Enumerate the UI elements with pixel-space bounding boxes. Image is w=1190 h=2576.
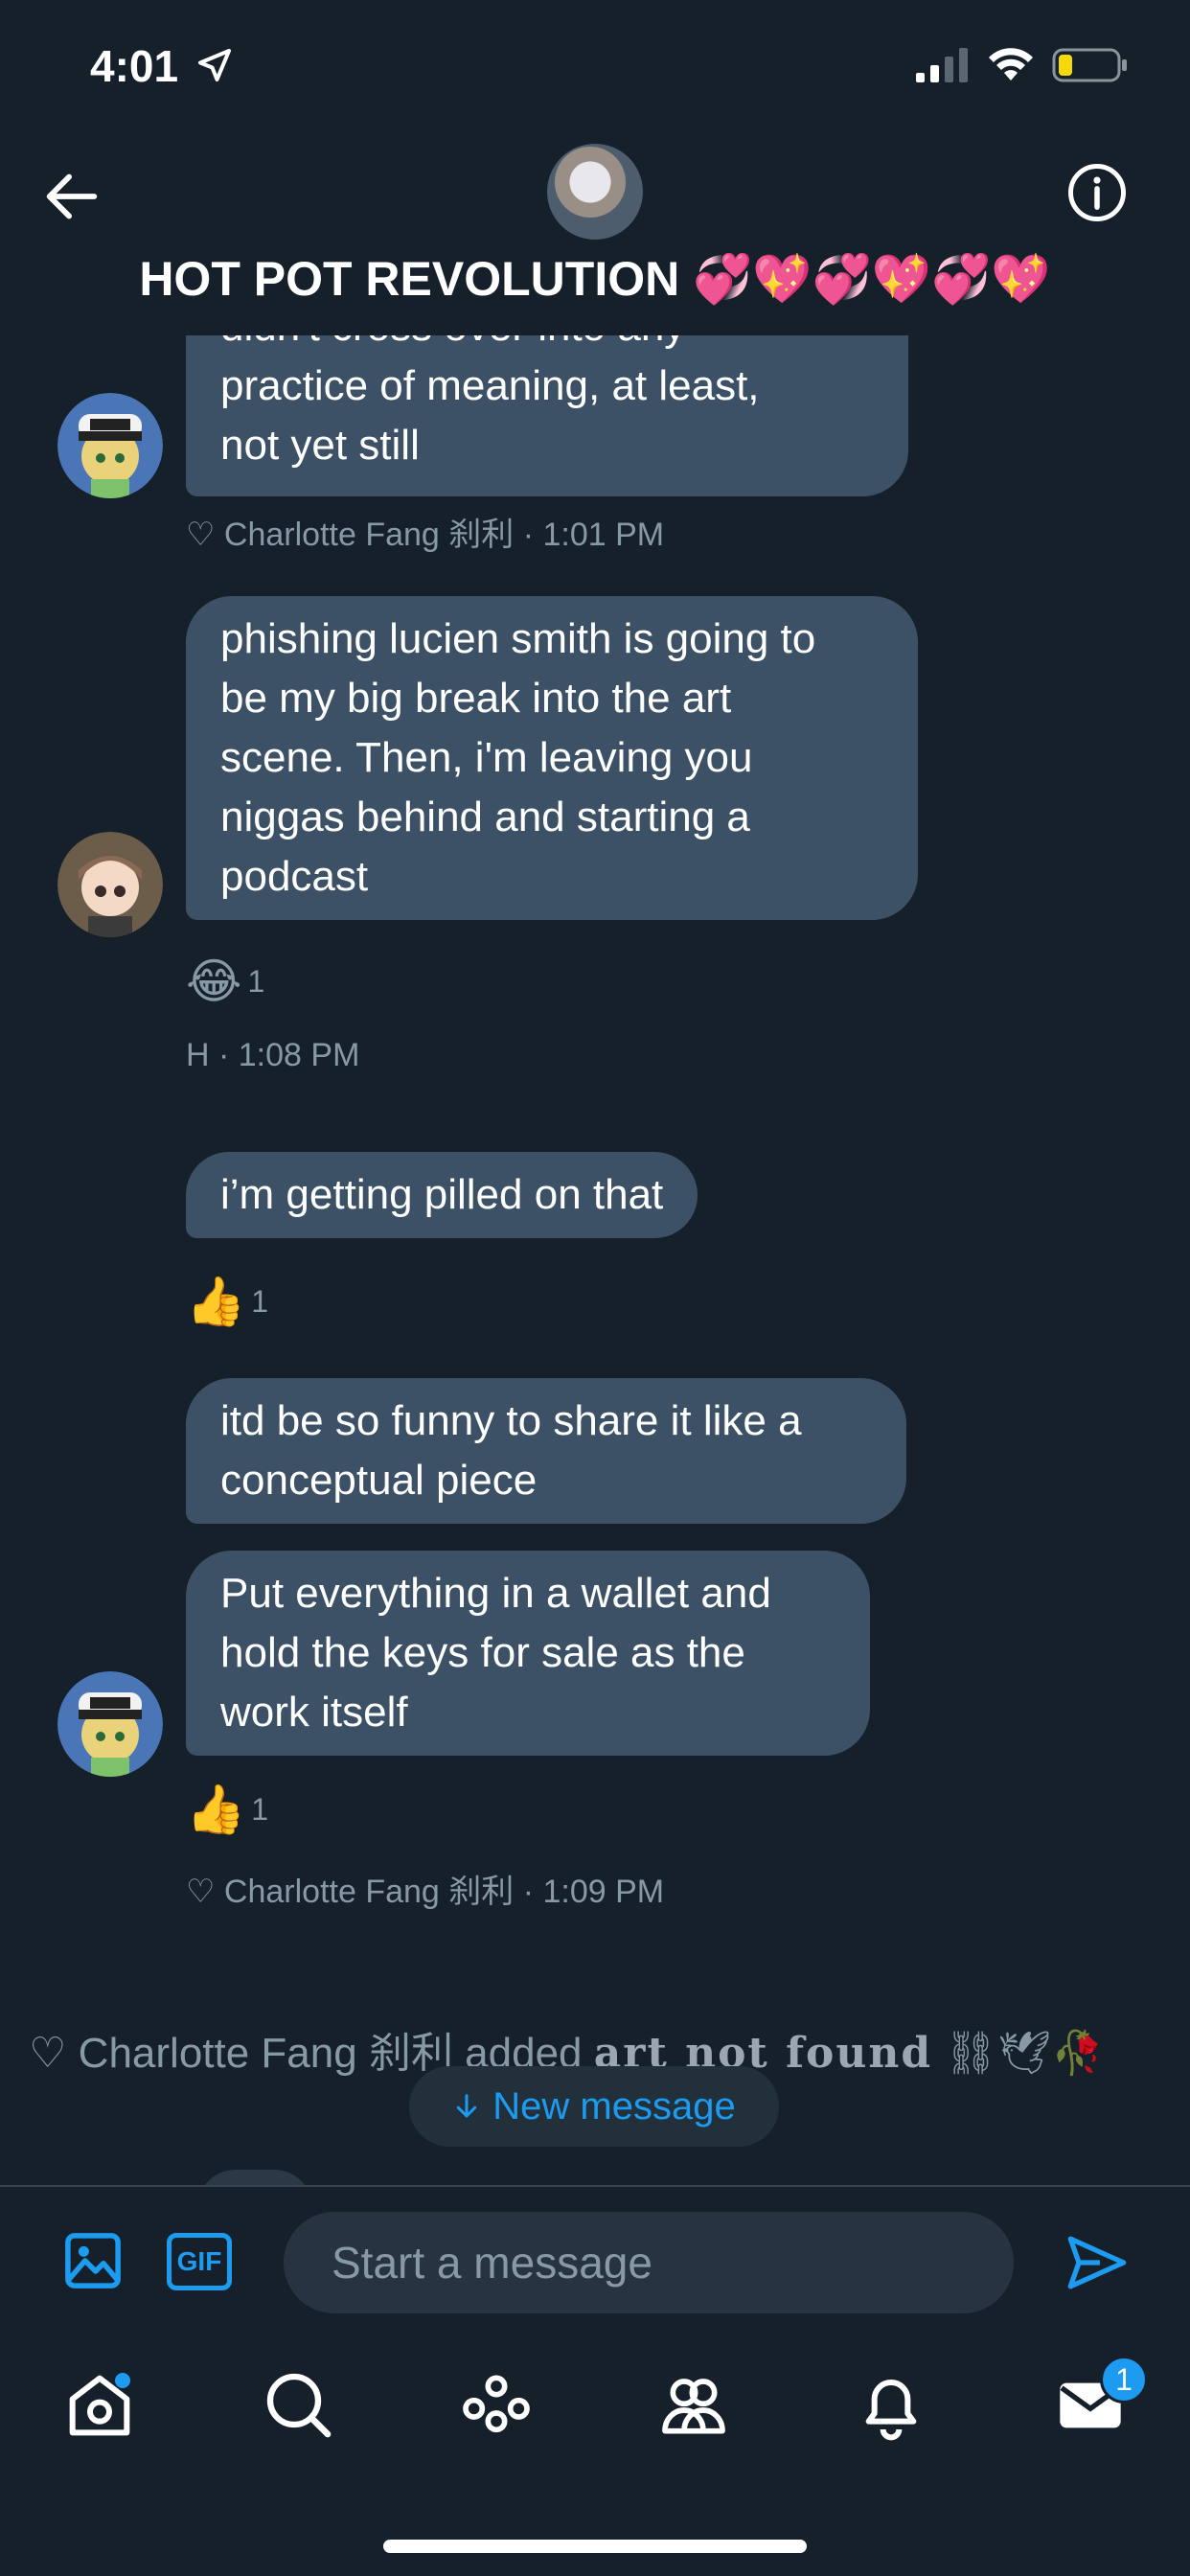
group-avatar[interactable]: [547, 144, 643, 240]
image-icon[interactable]: [61, 2229, 125, 2292]
battery-icon: [1052, 48, 1127, 82]
tab-notifications[interactable]: [853, 2367, 929, 2444]
conversation-header: HOT POT REVOLUTION 💞💖💞💖💞💖: [0, 134, 1190, 335]
avatar[interactable]: [57, 832, 163, 937]
message-line: phishing lucien smith is going to: [220, 615, 816, 662]
search-icon: [266, 2373, 332, 2438]
message-line: didn't cross over into any: [220, 335, 874, 356]
new-message-label: New message: [492, 2084, 736, 2128]
tab-communities[interactable]: [655, 2367, 732, 2444]
messages-badge: 1: [1100, 2356, 1148, 2404]
back-arrow-icon[interactable]: [38, 163, 105, 230]
message-bubble[interactable]: itd be so funny to share it like a conce…: [186, 1378, 906, 1524]
message-composer: GIF: [0, 2185, 1190, 2338]
send-icon[interactable]: [1064, 2229, 1131, 2296]
message-line: itd be so funny to share it like a: [220, 1397, 802, 1444]
message-line: not yet still: [220, 422, 420, 469]
avatar-partial: [197, 2170, 312, 2185]
status-time: 4:01: [90, 41, 179, 91]
message-meta: H · 1:08 PM: [186, 1037, 360, 1073]
reaction-count: 1: [247, 963, 265, 999]
message-line: work itself: [220, 1689, 408, 1736]
down-arrow-icon: [457, 2094, 477, 2118]
avatar[interactable]: [57, 1671, 163, 1777]
message-line: niggas behind and starting a: [220, 794, 750, 840]
wifi-icon: [989, 48, 1033, 80]
message-line: be my big break into the art: [220, 675, 732, 722]
avatar-charlotte-image: [57, 1671, 163, 1777]
tab-messages[interactable]: 1: [1052, 2356, 1148, 2444]
message-line: conceptual piece: [220, 1457, 538, 1504]
reaction-badge[interactable]: 👍 1: [186, 1781, 268, 1838]
reaction-count: 1: [251, 1791, 269, 1827]
message-meta: ♡ Charlotte Fang 刹利 · 1:09 PM: [186, 1874, 665, 1910]
gif-button[interactable]: GIF: [167, 2233, 232, 2290]
reaction-badge[interactable]: 👍 1: [186, 1273, 268, 1330]
avatar-charlotte-image: [57, 393, 163, 498]
tab-search[interactable]: [261, 2367, 337, 2444]
message-bubble[interactable]: didn't cross over into any practice of m…: [186, 335, 908, 496]
new-message-button[interactable]: New message: [409, 2066, 779, 2147]
reaction-count: 1: [251, 1283, 269, 1319]
message-input[interactable]: [284, 2212, 1014, 2313]
system-message-emojis: ⛓🕊🥀: [944, 2030, 1104, 2077]
message-bubble[interactable]: phishing lucien smith is going to be my …: [186, 596, 918, 920]
location-arrow-icon: [198, 49, 231, 81]
tab-spaces[interactable]: [458, 2367, 535, 2444]
thumbs-up-emoji-icon: 👍: [186, 1275, 246, 1328]
message-line: i’m getting pilled on that: [220, 1171, 664, 1218]
message-meta: ♡ Charlotte Fang 刹利 · 1:01 PM: [186, 517, 665, 553]
status-bar: 4:01: [0, 0, 1190, 134]
message-bubble[interactable]: Put everything in a wallet and hold the …: [186, 1551, 870, 1756]
cellular-signal-icon: [916, 48, 968, 82]
home-indicator: [383, 2540, 807, 2553]
avatar[interactable]: [57, 393, 163, 498]
message-line: practice of meaning, at least,: [220, 362, 760, 409]
message-line: hold the keys for sale as the: [220, 1629, 745, 1676]
home-notification-dot: [115, 2373, 130, 2388]
message-bubble[interactable]: i’m getting pilled on that: [186, 1152, 698, 1238]
group-title[interactable]: HOT POT REVOLUTION 💞💖💞💖💞💖: [0, 251, 1190, 308]
thumbs-up-emoji-icon: 👍: [186, 1782, 246, 1836]
spaces-icon: [463, 2375, 530, 2433]
message-line: podcast: [220, 853, 369, 900]
bell-icon: [865, 2380, 917, 2441]
message-list[interactable]: didn't cross over into any practice of m…: [0, 335, 1190, 2185]
communities-icon: [662, 2379, 725, 2434]
avatar-h-image: [57, 832, 163, 937]
info-icon[interactable]: [1065, 161, 1129, 224]
laughing-emoji-icon: 😂: [186, 954, 242, 1008]
message-line: scene. Then, i'm leaving you: [220, 734, 753, 781]
reaction-badge[interactable]: 😂 1: [186, 953, 264, 1010]
message-line: Put everything in a wallet and: [220, 1570, 771, 1617]
tab-home[interactable]: [61, 2367, 138, 2444]
